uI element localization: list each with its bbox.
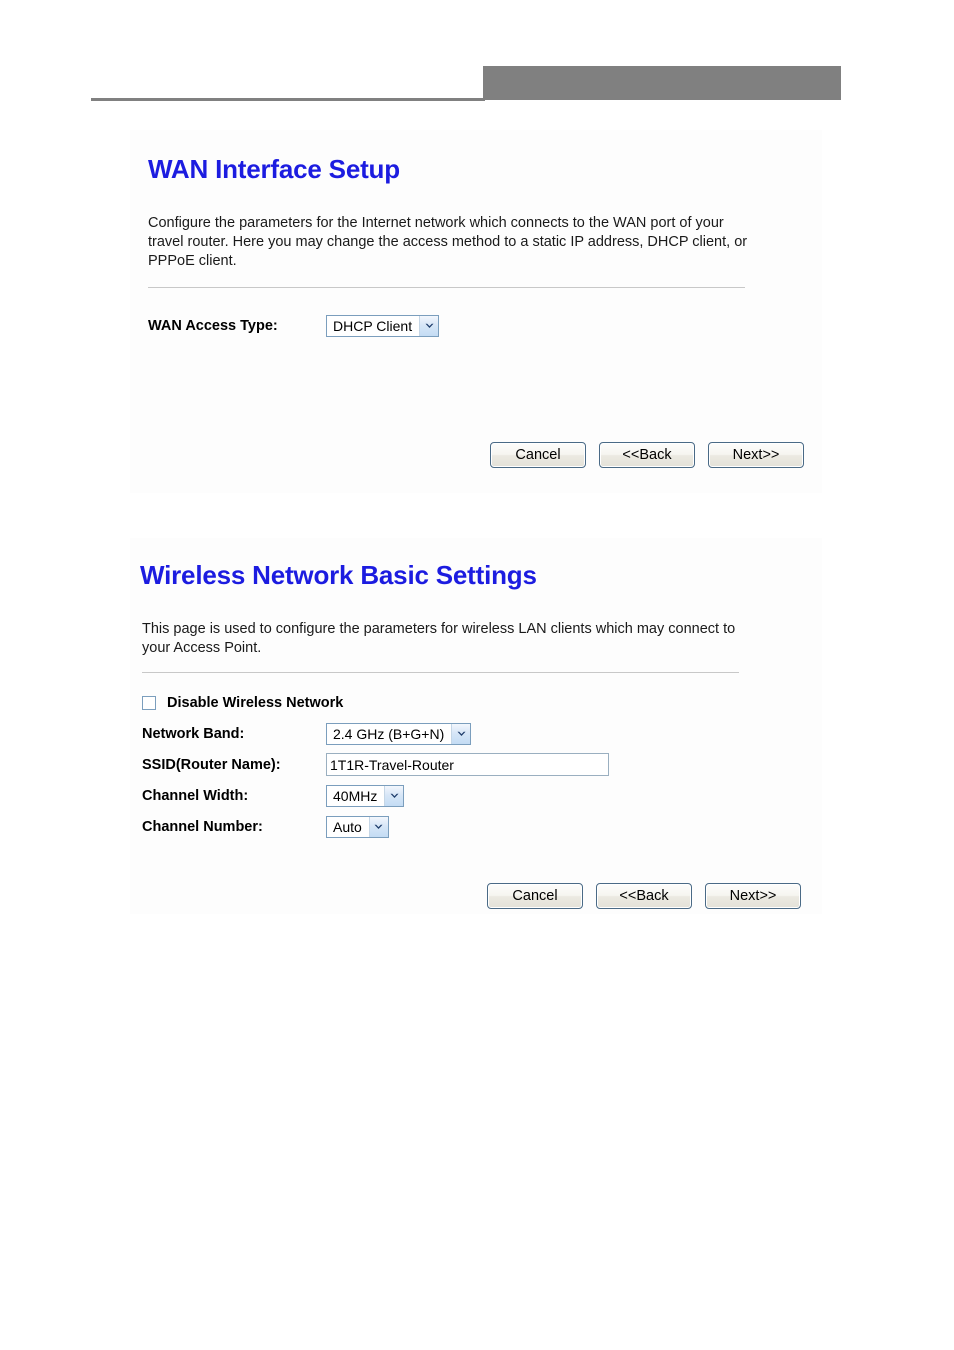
wireless-form-area: Disable Wireless Network Network Band: 2… (142, 688, 609, 842)
channel-number-label: Channel Number: (142, 818, 263, 835)
ssid-row: SSID(Router Name): (142, 749, 609, 780)
wireless-network-basic-settings-panel: Wireless Network Basic Settings This pag… (130, 538, 822, 914)
page-header (0, 0, 954, 110)
wan-interface-setup-panel: WAN Interface Setup Configure the parame… (130, 130, 822, 493)
cancel-button[interactable]: Cancel (490, 442, 586, 468)
channel-number-row: Channel Number: Auto (142, 811, 609, 842)
header-gray-block (483, 66, 841, 100)
wan-divider (148, 287, 745, 288)
network-band-label: Network Band: (142, 725, 245, 742)
network-band-row: Network Band: 2.4 GHz (B+G+N) (142, 718, 609, 749)
wan-access-type-select[interactable]: DHCP Client (326, 314, 440, 337)
network-band-select[interactable]: 2.4 GHz (B+G+N) (326, 722, 472, 745)
wan-access-type-value: DHCP Client (333, 317, 413, 334)
ssid-label: SSID(Router Name): (142, 756, 281, 773)
disable-wireless-network-checkbox[interactable] (142, 696, 156, 710)
page-title-wireless: Wireless Network Basic Settings (140, 560, 537, 590)
wireless-description-text: This page is used to configure the param… (142, 621, 736, 656)
chevron-down-icon (419, 315, 439, 336)
chevron-down-icon (368, 816, 388, 837)
chevron-down-icon (451, 723, 471, 744)
back-button[interactable]: <<Back (599, 442, 695, 468)
next-button[interactable]: Next>> (705, 883, 801, 909)
wan-access-type-label: WAN Access Type: (148, 317, 278, 334)
channel-number-value: Auto (333, 818, 362, 835)
channel-width-value: 40MHz (333, 787, 378, 804)
channel-number-select[interactable]: Auto (326, 815, 389, 838)
wan-button-row: Cancel <<Back Next>> (490, 442, 804, 468)
page-title-wan: WAN Interface Setup (148, 154, 400, 184)
disable-wireless-network-label: Disable Wireless Network (167, 695, 344, 711)
disable-wireless-network-row[interactable]: Disable Wireless Network (142, 688, 609, 718)
wireless-divider (142, 672, 739, 673)
cancel-button[interactable]: Cancel (487, 883, 583, 909)
channel-width-label: Channel Width: (142, 787, 249, 804)
back-button[interactable]: <<Back (596, 883, 692, 909)
next-button[interactable]: Next>> (708, 442, 804, 468)
chevron-down-icon (384, 785, 404, 806)
wan-access-type-row: WAN Access Type: DHCP Client (148, 310, 440, 341)
network-band-value: 2.4 GHz (B+G+N) (333, 725, 445, 742)
ssid-input[interactable] (326, 753, 609, 776)
wan-description-text: Configure the parameters for the Interne… (148, 215, 748, 269)
channel-width-row: Channel Width: 40MHz (142, 780, 609, 811)
wireless-button-row: Cancel <<Back Next>> (487, 883, 801, 909)
wan-form-area: WAN Access Type: DHCP Client (148, 310, 440, 341)
header-horizontal-rule (91, 98, 485, 101)
channel-width-select[interactable]: 40MHz (326, 784, 405, 807)
